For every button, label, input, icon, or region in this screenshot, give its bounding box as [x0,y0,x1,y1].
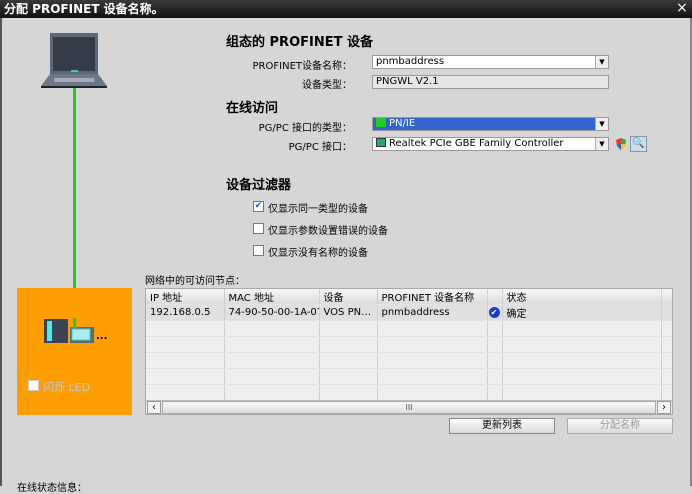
horizontal-scrollbar[interactable]: ‹ III › [146,400,672,414]
flash-led-label: 闪烁 LED [43,381,91,394]
filter-no-name-checkbox[interactable] [253,245,264,256]
nic-icon [376,138,386,147]
link-end [73,318,76,328]
shield-icon[interactable] [615,137,627,151]
cell-name: pnmbaddress [377,304,488,321]
cell-status: 确定 [502,304,662,321]
table-row [146,368,672,385]
col-device[interactable]: 设备 [319,289,378,305]
chevron-down-icon[interactable]: ▼ [595,138,608,150]
col-status[interactable]: 状态 [502,289,662,305]
scroll-right-icon[interactable]: › [657,401,671,414]
iface-type-label: PG/PC 接口的类型： [258,123,352,134]
close-icon[interactable]: × [675,1,689,15]
chevron-down-icon[interactable]: ▼ [595,118,608,130]
laptop-icon [41,33,107,88]
col-filler [661,289,672,305]
cell-filler [661,304,672,321]
iface-type-select[interactable]: PN/IE ▼ [372,117,609,131]
left-border [0,18,2,486]
online-heading: 在线访问 [226,101,279,116]
flash-led-checkbox[interactable] [28,380,39,391]
ok-check-icon: ✔ [487,304,503,321]
cell-mac: 74-90-50-00-1A-07 [224,304,320,321]
device-name-label: PROFINET设备名称： [252,61,352,72]
table-header: IP 地址 MAC 地址 设备 PROFINET 设备名称 状态 [146,289,672,305]
table-row [146,336,672,353]
refresh-list-button[interactable]: 更新列表 [449,418,555,434]
cell-ip: 192.168.0.5 [146,304,225,321]
dialog-title: 分配 PROFINET 设备名称。 [0,0,692,18]
scroll-left-icon[interactable]: ‹ [147,401,161,414]
iface-value: Realtek PCIe GBE Family Controller [389,138,564,149]
table-row [146,320,672,337]
col-icon[interactable] [487,289,503,305]
search-icon[interactable]: 🔍 [630,136,647,152]
assign-name-button[interactable]: 分配名称 [567,418,673,434]
device-name-combobox[interactable]: pnmbaddress ▼ [372,55,609,69]
col-profinet-name[interactable]: PROFINET 设备名称 [377,289,488,305]
filter-heading: 设备过滤器 [226,178,292,193]
filter-no-name-label: 仅显示没有名称的设备 [268,248,368,259]
device-type-label: 设备类型： [302,80,352,91]
iface-label: PG/PC 接口： [288,142,352,153]
iface-select[interactable]: Realtek PCIe GBE Family Controller ▼ [372,137,609,151]
device-type-field: PNGWL V2.1 [372,75,609,89]
filter-same-type-checkbox[interactable]: ✔ [253,201,264,212]
table-row[interactable]: 192.168.0.5 74-90-50-00-1A-07 VOS PN C..… [146,304,672,321]
configured-heading: 组态的 PROFINET 设备 [226,35,373,50]
cell-device: VOS PN C... [319,304,378,321]
device-panel [17,288,132,415]
device-icon [44,319,94,343]
nodes-label: 网络中的可访问节点： [145,276,245,287]
network-link-line [73,88,76,320]
nodes-table[interactable]: IP 地址 MAC 地址 设备 PROFINET 设备名称 状态 192.168… [145,288,673,415]
filter-param-error-checkbox[interactable] [253,223,264,234]
status-info-label: 在线状态信息： [17,483,87,494]
chevron-down-icon[interactable]: ▼ [595,56,608,68]
filter-param-error-label: 仅显示参数设置错误的设备 [268,226,388,237]
iface-type-value: PN/IE [389,118,416,129]
table-row [146,384,672,401]
device-more: ... [96,331,108,342]
scroll-thumb[interactable]: III [162,401,656,414]
filter-same-type-label: 仅显示同一类型的设备 [268,204,368,215]
col-ip[interactable]: IP 地址 [146,289,225,305]
network-icon [376,118,386,127]
device-name-value: pnmbaddress [376,56,445,67]
col-mac[interactable]: MAC 地址 [224,289,320,305]
table-row [146,352,672,369]
